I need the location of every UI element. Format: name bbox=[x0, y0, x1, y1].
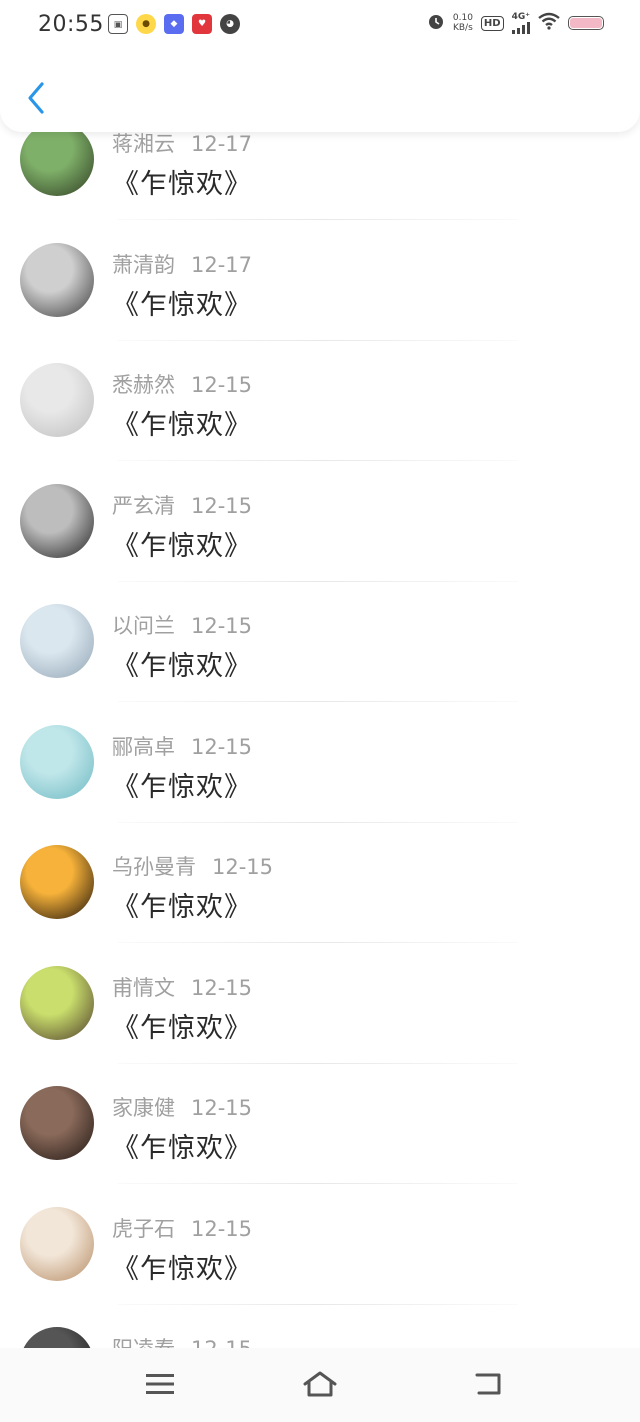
list-item[interactable]: 悉赫然 12-15 《乍惊欢》 bbox=[0, 341, 640, 461]
sender-name: 甫情文 bbox=[112, 975, 175, 1000]
message-date: 12-17 bbox=[191, 252, 253, 277]
status-time: 20:55 bbox=[38, 12, 104, 37]
battery-icon bbox=[568, 16, 604, 30]
message-text: 《乍惊欢》 bbox=[112, 651, 252, 682]
alarm-icon bbox=[427, 12, 445, 34]
network-type: 4G⁺ bbox=[511, 11, 530, 22]
message-text: 《乍惊欢》 bbox=[112, 892, 252, 923]
message-date: 12-15 bbox=[191, 373, 253, 397]
list-item[interactable]: 甫情文 12-15 《乍惊欢》 bbox=[0, 944, 640, 1064]
system-icons: 0.10 KB/s HD 4G⁺ bbox=[427, 12, 604, 34]
message-text: 《乍惊欢》 bbox=[112, 169, 252, 200]
message-date: 12-15 bbox=[191, 975, 253, 1000]
sender-name: 虎子石 bbox=[112, 1216, 175, 1241]
sender-name: 萧清韵 bbox=[112, 252, 175, 277]
message-meta: 甫情文 12-15 bbox=[112, 972, 252, 1002]
list-item[interactable]: 以问兰 12-15 《乍惊欢》 bbox=[0, 582, 640, 702]
menu-button[interactable] bbox=[140, 1366, 180, 1402]
avatar[interactable] bbox=[20, 965, 94, 1040]
avatar[interactable] bbox=[20, 1327, 94, 1348]
hd-badge: HD bbox=[480, 15, 504, 31]
list-item[interactable]: 阳凌春 12-15 bbox=[0, 1305, 640, 1348]
message-date: 12-15 bbox=[191, 493, 253, 518]
avatar[interactable] bbox=[20, 1206, 94, 1281]
home-icon bbox=[303, 1371, 337, 1397]
sender-name: 郦高卓 bbox=[112, 734, 175, 759]
sender-name: 严玄清 bbox=[112, 493, 175, 518]
sender-name: 家康健 bbox=[112, 1096, 175, 1120]
back-icon bbox=[475, 1373, 501, 1395]
wifi-icon bbox=[538, 12, 560, 34]
avatar[interactable] bbox=[20, 363, 94, 437]
avatar[interactable] bbox=[20, 604, 94, 678]
battery-fill bbox=[570, 18, 602, 28]
sender-name: 乌孙曼青 bbox=[112, 855, 196, 879]
gallery-icon: ▣ bbox=[108, 14, 128, 34]
net-speed-value: 0.10 bbox=[452, 13, 473, 23]
message-text: 《乍惊欢》 bbox=[112, 771, 252, 803]
message-meta: 阳凌春 12-15 bbox=[112, 1333, 252, 1348]
cat-icon: ◕ bbox=[220, 14, 240, 34]
list-item[interactable]: 虎子石 12-15 《乍惊欢》 bbox=[0, 1185, 640, 1305]
chevron-left-icon bbox=[28, 82, 44, 114]
message-text: 《乍惊欢》 bbox=[112, 1012, 252, 1044]
app-red-icon: ♥ bbox=[192, 14, 212, 34]
message-meta: 萧清韵 12-17 bbox=[112, 249, 252, 279]
message-meta: 虎子石 12-15 bbox=[112, 1213, 252, 1243]
list-item[interactable]: 家康健 12-15 《乍惊欢》 bbox=[0, 1064, 640, 1184]
sender-name: 悉赫然 bbox=[112, 373, 175, 397]
sender-name: 以问兰 bbox=[112, 614, 175, 638]
message-date: 12-15 bbox=[191, 1096, 253, 1120]
menu-icon bbox=[146, 1374, 174, 1394]
back-button[interactable] bbox=[18, 76, 54, 120]
avatar[interactable] bbox=[20, 724, 94, 799]
back-nav-button[interactable] bbox=[468, 1366, 508, 1402]
list-item[interactable]: 乌孙曼青 12-15 《乍惊欢》 bbox=[0, 823, 640, 943]
notification-icons: ▣ ● ◆ ♥ ◕ bbox=[108, 14, 240, 34]
net-speed-unit: KB/s bbox=[452, 23, 473, 33]
message-meta: 悉赫然 12-15 bbox=[112, 369, 252, 399]
avatar[interactable] bbox=[20, 122, 94, 196]
list-item[interactable]: 萧清韵 12-17 《乍惊欢》 bbox=[0, 221, 640, 341]
message-date: 12-15 bbox=[191, 614, 253, 638]
avatar[interactable] bbox=[20, 242, 94, 317]
avatar[interactable] bbox=[20, 845, 94, 919]
chick-icon: ● bbox=[136, 14, 156, 34]
message-date: 12-15 bbox=[191, 734, 253, 759]
message-date: 12-15 bbox=[191, 1337, 252, 1348]
avatar[interactable] bbox=[20, 483, 94, 558]
signal-icon bbox=[511, 21, 530, 34]
message-meta: 严玄清 12-15 bbox=[112, 490, 252, 520]
app-blue-icon: ◆ bbox=[164, 14, 184, 34]
message-meta: 家康健 12-15 bbox=[112, 1092, 252, 1122]
net-speed: 0.10 KB/s bbox=[453, 13, 473, 33]
message-date: 12-15 bbox=[212, 855, 274, 879]
message-date: 12-15 bbox=[191, 1216, 253, 1241]
sender-name: 蒋湘云 bbox=[112, 132, 175, 156]
message-list: 蒋湘云 12-17 《乍惊欢》 萧清韵 12-17 《乍惊欢》 悉赫然 12-15 《乍惊欢》严… bbox=[0, 0, 640, 1348]
message-text: 《乍惊欢》 bbox=[112, 289, 252, 321]
message-date: 12-17 bbox=[191, 132, 253, 156]
message-text: 《乍惊欢》 bbox=[112, 410, 252, 441]
header: 20:55 ▣ ● ◆ ♥ ◕ 0.10 KB/s HD 4G⁺ bbox=[0, 0, 640, 132]
list-item[interactable]: 严玄清 12-15 《乍惊欢》 bbox=[0, 462, 640, 582]
message-meta: 以问兰 12-15 bbox=[112, 610, 252, 640]
avatar[interactable] bbox=[20, 1086, 94, 1160]
home-button[interactable] bbox=[300, 1366, 340, 1402]
message-text: 《乍惊欢》 bbox=[112, 530, 252, 562]
status-bar: 20:55 ▣ ● ◆ ♥ ◕ 0.10 KB/s HD 4G⁺ bbox=[0, 0, 640, 52]
system-nav-bar bbox=[0, 1348, 640, 1422]
message-text: 《乍惊欢》 bbox=[112, 1133, 252, 1164]
message-text: 《乍惊欢》 bbox=[112, 1253, 252, 1285]
cellular-indicator: 4G⁺ bbox=[511, 11, 530, 34]
message-meta: 郦高卓 12-15 bbox=[112, 731, 252, 761]
message-meta: 乌孙曼青 12-15 bbox=[112, 851, 273, 881]
message-meta: 蒋湘云 12-17 bbox=[112, 128, 252, 158]
sender-name: 阳凌春 bbox=[112, 1337, 175, 1348]
list-item[interactable]: 郦高卓 12-15 《乍惊欢》 bbox=[0, 703, 640, 823]
